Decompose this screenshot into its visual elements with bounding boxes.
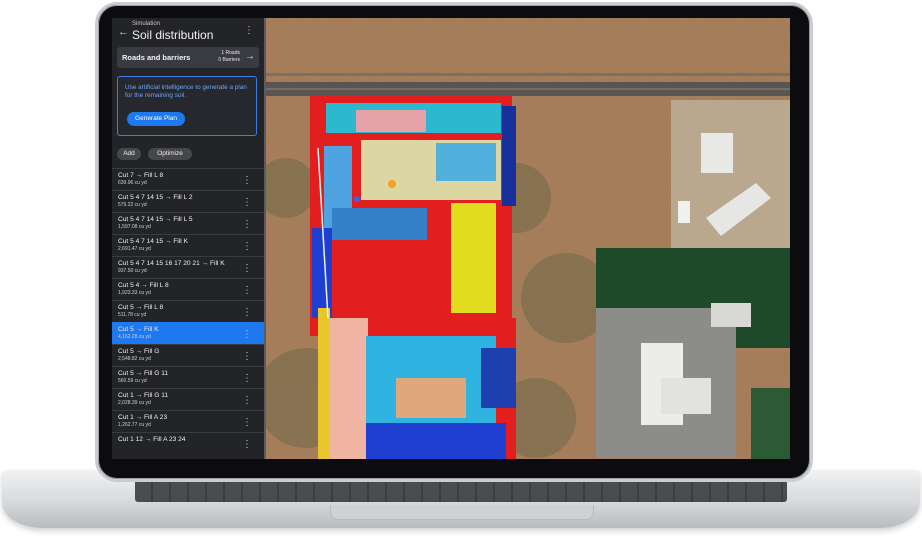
list-item[interactable]: Cut 5 4 7 14 15 → Fill L 5 1,597.08 cu yd… — [112, 212, 264, 234]
optimize-button[interactable]: Optimize — [148, 148, 192, 160]
add-button[interactable]: Add — [117, 148, 141, 160]
list-item[interactable]: Cut 5 → Fill G 11 560.59 cu yd ⋮ — [112, 366, 264, 388]
roads-card-counts: 1 Roads 0 Barriers — [218, 50, 240, 64]
generate-plan-button[interactable]: Generate Plan — [127, 112, 185, 126]
arrow-left-icon[interactable]: ← — [118, 26, 129, 38]
kebab-icon[interactable]: ⋮ — [242, 176, 252, 186]
kebab-icon[interactable]: ⋮ — [242, 220, 252, 230]
keyboard — [135, 480, 787, 502]
ai-plan-card: Use artificial intelligence to generate … — [117, 76, 257, 136]
roads-count: 1 Roads — [221, 50, 240, 56]
kebab-icon[interactable]: ⋮ — [242, 308, 252, 318]
building-northeast — [701, 133, 733, 173]
page-title: Soil distribution — [132, 28, 214, 42]
screen: ← Simulation Soil distribution ⋮ Roads a… — [112, 18, 790, 459]
rail-line — [266, 73, 790, 76]
list-item[interactable]: Cut 5 4 7 14 15 16 17 20 21 → Fill K 937.… — [112, 256, 264, 278]
list-item[interactable]: Cut 5 4 7 14 15 → Fill K 2,691.47 cu yd ⋮ — [112, 234, 264, 256]
satellite-map[interactable] — [266, 18, 790, 459]
list-item[interactable]: Cut 7 → Fill L 8 639.96 cu yd ⋮ — [112, 168, 264, 190]
kebab-icon[interactable]: ⋮ — [242, 352, 252, 362]
cut-fill-list: Cut 7 → Fill L 8 639.96 cu yd ⋮ Cut 5 4 7 1… — [112, 168, 264, 454]
kebab-icon[interactable]: ⋮ — [242, 286, 252, 296]
list-item[interactable]: Cut 5 4 → Fill L 8 1,923.33 cu yd ⋮ — [112, 278, 264, 300]
barriers-count: 0 Barriers — [218, 57, 240, 63]
kebab-icon[interactable]: ⋮ — [242, 198, 252, 208]
map-canvas[interactable] — [266, 18, 790, 459]
soil-overlay[interactable] — [310, 96, 516, 459]
kebab-icon[interactable]: ⋮ — [242, 418, 252, 428]
list-item[interactable]: Cut 1 → Fill A 23 1,262.77 cu yd ⋮ — [112, 410, 264, 432]
kebab-icon[interactable]: ⋮ — [244, 26, 254, 36]
list-item[interactable]: Cut 5 → Fill G 2,548.82 cu yd ⋮ — [112, 344, 264, 366]
roads-card-title: Roads and barriers — [122, 53, 191, 62]
kebab-icon[interactable]: ⋮ — [242, 264, 252, 274]
map-marker[interactable] — [388, 180, 396, 188]
ai-plan-text: Use artificial intelligence to generate … — [125, 84, 247, 99]
list-item[interactable]: Cut 5 → Fill K 4,162.28 cu yd ⋮ — [112, 322, 264, 344]
kebab-icon[interactable]: ⋮ — [242, 374, 252, 384]
kebab-icon[interactable]: ⋮ — [242, 396, 252, 406]
arrow-right-icon[interactable]: → — [245, 51, 255, 62]
list-item[interactable]: Cut 5 4 7 14 15 → Fill L 2 579.22 cu yd ⋮ — [112, 190, 264, 212]
sidebar: ← Simulation Soil distribution ⋮ Roads a… — [112, 18, 264, 459]
list-item[interactable]: Cut 1 12 → Fill A 23 24 ⋮ — [112, 432, 264, 454]
touchpad — [330, 505, 594, 520]
page-subtitle: Simulation — [132, 21, 161, 27]
roads-barriers-card[interactable]: Roads and barriers 1 Roads 0 Barriers → — [117, 47, 259, 68]
list-item[interactable]: Cut 5 → Fill L 8 511.78 cu yd ⋮ — [112, 300, 264, 322]
kebab-icon[interactable]: ⋮ — [242, 330, 252, 340]
kebab-icon[interactable]: ⋮ — [242, 440, 252, 450]
list-item[interactable]: Cut 1 → Fill G 11 2,028.39 cu yd ⋮ — [112, 388, 264, 410]
map-marker[interactable] — [354, 196, 360, 202]
kebab-icon[interactable]: ⋮ — [242, 242, 252, 252]
